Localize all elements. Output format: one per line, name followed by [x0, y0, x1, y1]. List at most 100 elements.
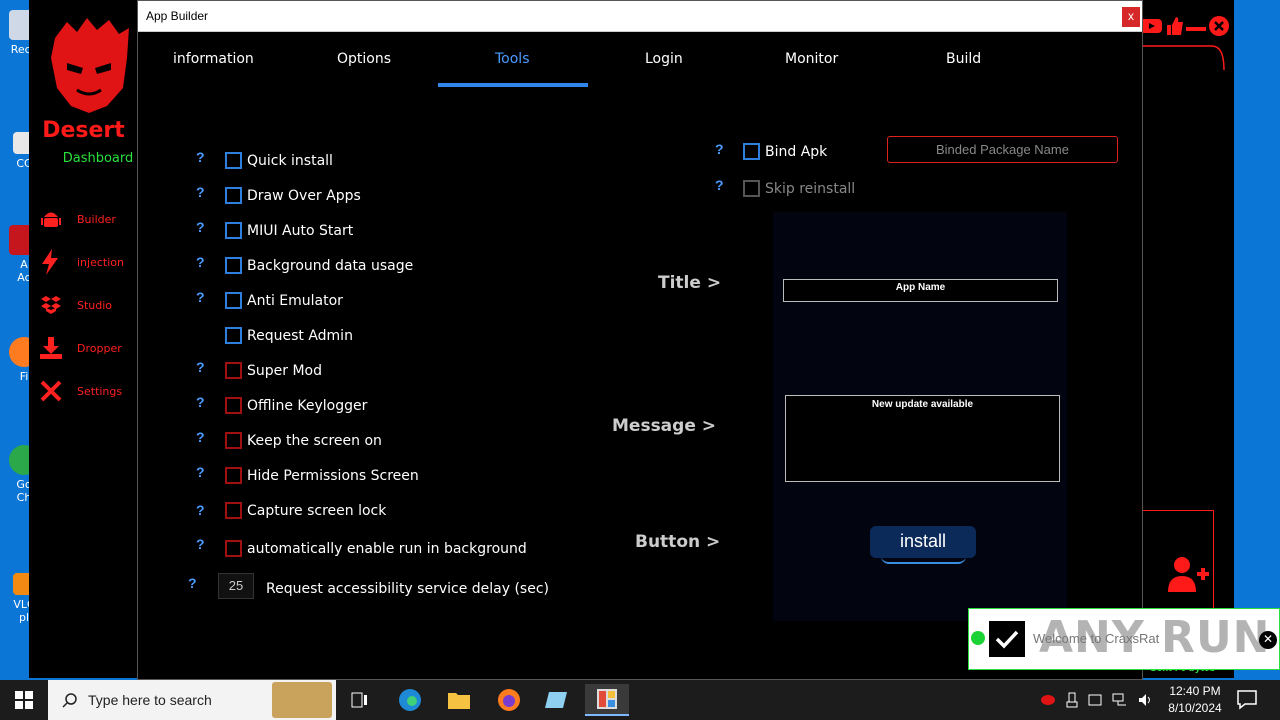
option-anti-emulator[interactable]: Anti Emulator: [225, 292, 343, 309]
help-icon[interactable]: ?: [196, 149, 205, 165]
option-label: Keep the screen on: [247, 432, 382, 449]
option-label: Offline Keylogger: [247, 397, 368, 414]
option-quick-install[interactable]: Quick install: [225, 152, 333, 169]
option-skip-reinstall[interactable]: Skip reinstall: [743, 180, 855, 197]
option-request-admin[interactable]: Request Admin: [225, 327, 353, 344]
sidebar-item-settings[interactable]: Settings: [39, 377, 139, 405]
sidebar-item-injection[interactable]: injection: [39, 248, 139, 276]
help-icon[interactable]: ?: [196, 219, 205, 235]
sidebar-item-builder[interactable]: Builder: [39, 205, 139, 233]
help-icon[interactable]: ?: [196, 184, 205, 200]
start-button[interactable]: [0, 680, 48, 720]
system-clock[interactable]: 12:40 PM 8/10/2024: [1162, 683, 1228, 717]
option-keep-screen-on[interactable]: Keep the screen on: [225, 432, 382, 449]
thumbs-up-icon[interactable]: [1166, 16, 1184, 36]
toast-message: Welcome to CraxsRat: [1033, 631, 1160, 646]
dashboard-brand-title: Desert: [42, 118, 125, 143]
checkbox[interactable]: [225, 467, 242, 484]
file-explorer-icon[interactable]: [437, 684, 481, 716]
sidebar-item-studio[interactable]: Studio: [39, 291, 139, 319]
option-draw-over-apps[interactable]: Draw Over Apps: [225, 187, 361, 204]
help-icon[interactable]: ?: [196, 394, 205, 410]
minimize-icon[interactable]: [1186, 21, 1206, 31]
search-placeholder: Type here to search: [88, 692, 212, 708]
option-label: Request Admin: [247, 327, 353, 344]
tab-build[interactable]: Build: [946, 51, 981, 67]
firefox-icon[interactable]: [487, 684, 531, 716]
option-auto-run-background[interactable]: automatically enable run in background: [225, 540, 527, 557]
tab-information[interactable]: information: [173, 51, 254, 67]
option-label: MIUI Auto Start: [247, 222, 354, 239]
accessibility-delay-input[interactable]: 25: [218, 573, 254, 599]
binded-package-name-input[interactable]: Binded Package Name: [887, 136, 1118, 163]
option-offline-keylogger[interactable]: Offline Keylogger: [225, 397, 367, 414]
taskbar-search[interactable]: Type here to search: [48, 680, 336, 720]
tab-tools[interactable]: Tools: [495, 51, 530, 67]
option-capture-screen-lock[interactable]: Capture screen lock: [225, 502, 386, 519]
tab-monitor[interactable]: Monitor: [785, 51, 838, 67]
option-hide-permissions-screen[interactable]: Hide Permissions Screen: [225, 467, 419, 484]
sidebar-item-label: Dropper: [77, 341, 122, 355]
help-icon[interactable]: ?: [715, 141, 724, 157]
checkbox[interactable]: [225, 327, 242, 344]
checkbox[interactable]: [743, 143, 760, 160]
help-icon[interactable]: ?: [196, 464, 205, 480]
help-icon[interactable]: ?: [196, 289, 205, 305]
youtube-icon[interactable]: [1140, 17, 1164, 35]
checkbox[interactable]: [225, 187, 242, 204]
option-label: Quick install: [247, 152, 333, 169]
checkmark-icon: [989, 621, 1025, 657]
message-textarea[interactable]: New update available: [785, 395, 1060, 482]
window-close-button[interactable]: x: [1122, 7, 1140, 27]
checkbox[interactable]: [225, 362, 242, 379]
checkbox[interactable]: [225, 292, 242, 309]
windows-icon: [15, 691, 33, 709]
tab-options[interactable]: Options: [337, 51, 391, 67]
option-super-mod[interactable]: Super Mod: [225, 362, 322, 379]
install-button[interactable]: install: [870, 526, 976, 558]
dialog-preview: App Name New update available install: [773, 212, 1067, 621]
tray-eye-icon[interactable]: [1040, 694, 1056, 706]
app-name-input[interactable]: App Name: [783, 279, 1058, 302]
checkbox[interactable]: [225, 397, 242, 414]
checkbox[interactable]: [225, 502, 242, 519]
checkbox[interactable]: [743, 180, 760, 197]
option-label: Draw Over Apps: [247, 187, 361, 204]
close-icon[interactable]: [1208, 15, 1230, 37]
notification-center-icon[interactable]: [1236, 688, 1258, 710]
dropbox-icon: [39, 293, 63, 317]
help-icon[interactable]: ?: [196, 429, 205, 445]
system-tray: [1040, 680, 1154, 720]
option-miui-auto-start[interactable]: MIUI Auto Start: [225, 222, 353, 239]
tray-app-icon[interactable]: [1088, 693, 1102, 707]
help-icon[interactable]: ?: [196, 536, 205, 552]
help-icon[interactable]: ?: [196, 254, 205, 270]
toast-close-icon[interactable]: ✕: [1259, 631, 1277, 649]
clock-time: 12:40 PM: [1169, 684, 1221, 698]
checkbox[interactable]: [225, 432, 242, 449]
network-icon[interactable]: [1112, 693, 1128, 707]
task-view-icon[interactable]: [338, 684, 382, 716]
sidebar-item-dropper[interactable]: Dropper: [39, 334, 139, 362]
usb-icon[interactable]: [1066, 692, 1078, 708]
option-bind-apk[interactable]: Bind Apk: [743, 143, 827, 160]
help-icon[interactable]: ?: [196, 359, 205, 375]
button-field-label: Button >: [635, 532, 721, 552]
search-icon: [62, 693, 77, 708]
edge-icon[interactable]: [388, 684, 432, 716]
volume-icon[interactable]: [1138, 693, 1154, 707]
message-field-label: Message >: [612, 416, 717, 436]
checkbox[interactable]: [225, 540, 242, 557]
app-builder-taskbar-icon[interactable]: [585, 684, 629, 716]
tab-login[interactable]: Login: [645, 51, 683, 67]
checkbox[interactable]: [225, 222, 242, 239]
checkbox[interactable]: [225, 152, 242, 169]
download-icon: [39, 336, 63, 360]
help-icon[interactable]: ?: [715, 177, 724, 193]
desktop-icon-label: Fi: [19, 370, 29, 383]
option-background-data[interactable]: Background data usage: [225, 257, 413, 274]
notepad-icon[interactable]: [535, 684, 579, 716]
help-icon[interactable]: ?: [196, 502, 205, 518]
help-icon[interactable]: ?: [188, 575, 197, 591]
checkbox[interactable]: [225, 257, 242, 274]
